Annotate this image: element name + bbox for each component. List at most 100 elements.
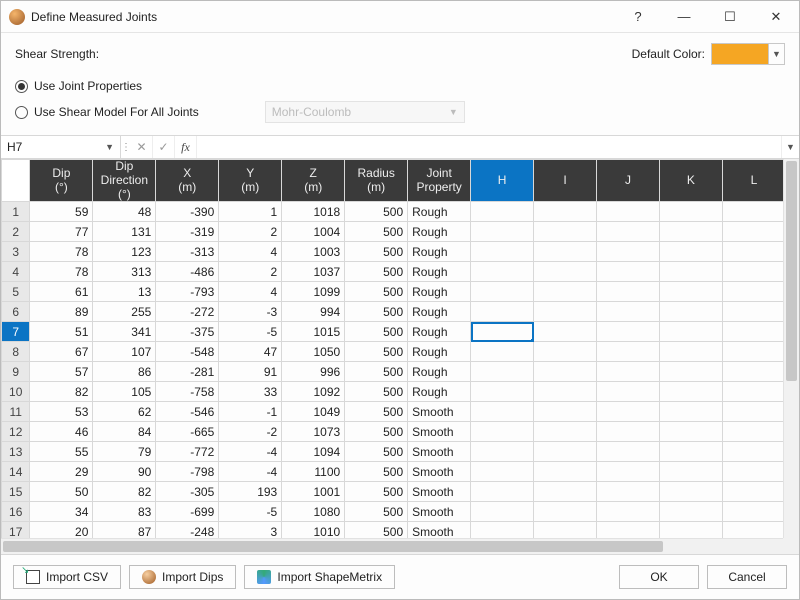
cell[interactable] xyxy=(659,262,722,282)
cell[interactable]: Smooth xyxy=(408,442,471,462)
cell[interactable] xyxy=(597,202,660,222)
cell[interactable]: 500 xyxy=(345,262,408,282)
cell[interactable]: 500 xyxy=(345,362,408,382)
chevron-down-icon[interactable]: ▼ xyxy=(781,136,799,158)
cell[interactable] xyxy=(471,422,534,442)
cell[interactable] xyxy=(722,342,785,362)
row-header[interactable]: 6 xyxy=(2,302,30,322)
cell[interactable] xyxy=(534,342,597,362)
row-header[interactable]: 5 xyxy=(2,282,30,302)
cell[interactable]: 57 xyxy=(30,362,93,382)
cell[interactable] xyxy=(534,222,597,242)
cell[interactable]: Rough xyxy=(408,362,471,382)
cell[interactable]: 2 xyxy=(219,222,282,242)
cell[interactable]: 4 xyxy=(219,282,282,302)
cell[interactable] xyxy=(722,302,785,322)
scrollbar-thumb[interactable] xyxy=(3,541,663,552)
cell[interactable]: 91 xyxy=(219,362,282,382)
cell[interactable] xyxy=(659,302,722,322)
cell[interactable]: Smooth xyxy=(408,422,471,442)
maximize-button[interactable]: ☐ xyxy=(707,1,753,33)
cell[interactable]: 500 xyxy=(345,422,408,442)
minimize-button[interactable]: — xyxy=(661,1,707,33)
column-header[interactable]: I xyxy=(534,160,597,202)
cell[interactable]: -390 xyxy=(156,202,219,222)
cell[interactable] xyxy=(471,222,534,242)
cell[interactable]: -5 xyxy=(219,322,282,342)
cell[interactable] xyxy=(659,362,722,382)
cell[interactable]: 1100 xyxy=(282,462,345,482)
cell[interactable] xyxy=(722,362,785,382)
default-color-picker[interactable]: ▼ xyxy=(711,43,785,65)
cell[interactable] xyxy=(471,402,534,422)
cell[interactable]: 255 xyxy=(93,302,156,322)
cell[interactable]: -5 xyxy=(219,502,282,522)
cell[interactable]: Rough xyxy=(408,262,471,282)
cell[interactable] xyxy=(659,242,722,262)
cell[interactable] xyxy=(471,282,534,302)
row-header[interactable]: 7 xyxy=(2,322,30,342)
cell[interactable]: Smooth xyxy=(408,482,471,502)
cell[interactable]: Rough xyxy=(408,302,471,322)
cell[interactable] xyxy=(471,202,534,222)
cell[interactable]: 51 xyxy=(30,322,93,342)
cell[interactable]: -486 xyxy=(156,262,219,282)
cell[interactable] xyxy=(534,302,597,322)
cell[interactable]: 500 xyxy=(345,202,408,222)
cell[interactable] xyxy=(597,302,660,322)
cell[interactable]: 62 xyxy=(93,402,156,422)
cancel-button[interactable]: Cancel xyxy=(707,565,787,589)
cell[interactable]: 105 xyxy=(93,382,156,402)
cell[interactable]: 61 xyxy=(30,282,93,302)
row-header[interactable]: 8 xyxy=(2,342,30,362)
row-header[interactable]: 10 xyxy=(2,382,30,402)
import-dips-button[interactable]: Import Dips xyxy=(129,565,236,589)
cell[interactable]: -313 xyxy=(156,242,219,262)
cell[interactable] xyxy=(471,242,534,262)
cell[interactable]: 1073 xyxy=(282,422,345,442)
cell[interactable] xyxy=(534,482,597,502)
cell[interactable] xyxy=(722,382,785,402)
cell[interactable] xyxy=(597,422,660,442)
import-shapemetrix-button[interactable]: Import ShapeMetrix xyxy=(244,565,395,589)
cell[interactable] xyxy=(597,342,660,362)
cell[interactable]: 89 xyxy=(30,302,93,322)
cell[interactable] xyxy=(722,462,785,482)
row-header[interactable]: 14 xyxy=(2,462,30,482)
ok-button[interactable]: OK xyxy=(619,565,699,589)
cell[interactable] xyxy=(597,262,660,282)
row-header[interactable]: 2 xyxy=(2,222,30,242)
row-header[interactable]: 11 xyxy=(2,402,30,422)
row-header[interactable]: 9 xyxy=(2,362,30,382)
cell[interactable] xyxy=(722,502,785,522)
cell[interactable] xyxy=(659,502,722,522)
cell[interactable]: 29 xyxy=(30,462,93,482)
cell[interactable]: -3 xyxy=(219,302,282,322)
row-header[interactable]: 12 xyxy=(2,422,30,442)
cell[interactable] xyxy=(659,462,722,482)
column-header[interactable]: Dip(°) xyxy=(30,160,93,202)
column-header[interactable]: L xyxy=(722,160,785,202)
cell[interactable]: 4 xyxy=(219,242,282,262)
cell[interactable]: 77 xyxy=(30,222,93,242)
cell[interactable] xyxy=(534,422,597,442)
cell[interactable] xyxy=(597,282,660,302)
cell[interactable]: 313 xyxy=(93,262,156,282)
cell[interactable]: 1001 xyxy=(282,482,345,502)
cell[interactable]: 500 xyxy=(345,442,408,462)
cell[interactable]: -4 xyxy=(219,442,282,462)
cell[interactable]: Rough xyxy=(408,322,471,342)
cell[interactable]: 53 xyxy=(30,402,93,422)
cell[interactable] xyxy=(471,442,534,462)
cell[interactable]: -281 xyxy=(156,362,219,382)
cell[interactable] xyxy=(659,482,722,502)
cell[interactable] xyxy=(534,442,597,462)
cell[interactable]: -546 xyxy=(156,402,219,422)
import-csv-button[interactable]: Import CSV xyxy=(13,565,121,589)
cell[interactable]: 500 xyxy=(345,302,408,322)
cell[interactable] xyxy=(471,342,534,362)
cell[interactable] xyxy=(722,222,785,242)
cell[interactable]: Rough xyxy=(408,242,471,262)
cell[interactable]: -793 xyxy=(156,282,219,302)
cell[interactable]: 1080 xyxy=(282,502,345,522)
